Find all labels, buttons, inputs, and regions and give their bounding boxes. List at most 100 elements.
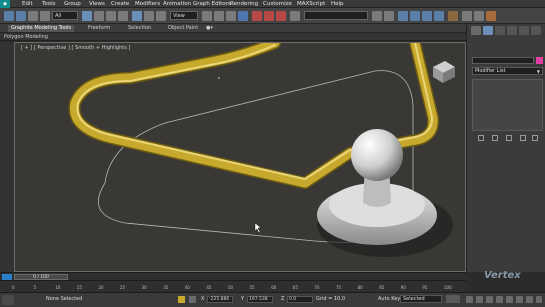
play-icon[interactable] — [486, 296, 493, 303]
timeline-tick-label: 40 — [184, 285, 190, 290]
modify-tab-icon[interactable] — [483, 26, 493, 35]
y-coordinate-field[interactable]: 197.538 — [247, 296, 273, 303]
keyboard-shortcut-icon[interactable] — [226, 11, 236, 21]
timeline-tick-label: 65 — [292, 285, 298, 290]
select-object-icon[interactable] — [82, 11, 92, 21]
menu-edit[interactable]: Edit — [22, 0, 33, 8]
show-end-result-icon[interactable] — [492, 135, 498, 141]
utilities-tab-icon[interactable] — [531, 26, 541, 35]
lock-selection-icon[interactable] — [178, 296, 185, 303]
menu-graph-editors[interactable]: Graph Editors — [193, 0, 231, 8]
undo-icon[interactable] — [4, 11, 14, 21]
rendered-frame-window-icon[interactable] — [474, 11, 484, 21]
object-name-field[interactable] — [472, 57, 534, 64]
tab-freeform[interactable]: Freeform — [88, 25, 110, 32]
schematic-view-icon[interactable] — [434, 11, 444, 21]
ribbon-panel: Polygon Modeling — [0, 33, 466, 41]
percent-snap-icon[interactable] — [264, 11, 274, 21]
select-manipulate-icon[interactable] — [214, 11, 224, 21]
motion-tab-icon[interactable] — [507, 26, 517, 35]
timeline-tick-label: 90 — [400, 285, 406, 290]
graphite-toggle-icon[interactable] — [410, 11, 420, 21]
snaps-toggle-icon[interactable] — [238, 11, 248, 21]
x-label: X — [201, 296, 205, 302]
go-to-end-icon[interactable] — [506, 296, 513, 303]
tab-object-paint[interactable]: Object Paint — [168, 25, 198, 32]
previous-frame-icon[interactable] — [476, 296, 483, 303]
panel-polygon-modeling[interactable]: Polygon Modeling — [4, 33, 48, 41]
pan-view-icon[interactable] — [526, 296, 533, 303]
absolute-mode-icon[interactable] — [189, 296, 196, 303]
angle-snap-icon[interactable] — [252, 11, 262, 21]
select-move-icon[interactable] — [132, 11, 142, 21]
reference-coord-dropdown[interactable]: View — [170, 11, 198, 20]
menu-group[interactable]: Group — [64, 0, 81, 8]
align-icon[interactable] — [384, 11, 394, 21]
auto-key-button[interactable]: Auto Key — [378, 296, 400, 302]
menu-help[interactable]: Help — [331, 0, 344, 8]
next-frame-icon[interactable] — [496, 296, 503, 303]
configure-modifier-sets-icon[interactable] — [532, 135, 538, 141]
z-coordinate-field[interactable]: 0.0 — [287, 296, 313, 303]
unlink-icon[interactable] — [40, 11, 50, 21]
rectangular-selection-icon[interactable] — [106, 11, 116, 21]
timeline-tick-label: 75 — [336, 285, 342, 290]
x-coordinate-field[interactable]: -225.886 — [207, 296, 233, 303]
pivot-center-icon[interactable] — [202, 11, 212, 21]
timeline-tick-label: 15 — [76, 285, 82, 290]
menu-views[interactable]: Views — [89, 0, 105, 8]
material-editor-icon[interactable] — [448, 11, 458, 21]
mirror-icon[interactable] — [372, 11, 382, 21]
track-bar[interactable]: 0 5 10 15 20 25 30 35 40 45 50 55 60 65 70 75 80 85 90 95 10… — [0, 280, 466, 292]
timeline-tick-label: 60 — [271, 285, 277, 290]
hierarchy-tab-icon[interactable] — [495, 26, 505, 35]
ribbon-options-icon[interactable]: ●▾ — [206, 25, 213, 32]
modifier-stack[interactable] — [472, 79, 543, 131]
edit-named-selection-icon[interactable] — [290, 11, 300, 21]
create-tab-icon[interactable] — [471, 26, 481, 35]
curve-editor-icon[interactable] — [422, 11, 432, 21]
spinner-snap-icon[interactable] — [276, 11, 286, 21]
window-crossing-icon[interactable] — [118, 11, 128, 21]
layer-manager-icon[interactable] — [398, 11, 408, 21]
watermark-logo: Vertex — [484, 270, 521, 281]
select-by-name-icon[interactable] — [94, 11, 104, 21]
object-color-swatch[interactable] — [536, 57, 543, 64]
menu-create[interactable]: Create — [111, 0, 129, 8]
set-key-icon[interactable] — [446, 295, 460, 303]
orbit-icon[interactable] — [536, 296, 542, 303]
command-panel: Modifier List ▼ — [466, 24, 545, 272]
timeline-tick-label: 5 — [33, 285, 37, 290]
auto-key-mode-dropdown[interactable]: Selected — [400, 295, 442, 303]
menu-animation[interactable]: Animation — [163, 0, 191, 8]
selection-filter-dropdown[interactable]: All — [52, 11, 78, 20]
display-tab-icon[interactable] — [519, 26, 529, 35]
menu-customize[interactable]: Customize — [263, 0, 292, 8]
menu-tools[interactable]: Tools — [42, 0, 56, 8]
named-selection-dropdown[interactable] — [304, 11, 368, 20]
link-icon[interactable] — [28, 11, 38, 21]
render-setup-icon[interactable] — [462, 11, 472, 21]
app-logo-icon[interactable]: ◆ — [0, 0, 10, 8]
make-unique-icon[interactable] — [506, 135, 512, 141]
modifier-list-dropdown[interactable]: Modifier List ▼ — [472, 67, 543, 75]
select-scale-icon[interactable] — [156, 11, 166, 21]
perspective-viewport[interactable]: [ + ] [ Perspective ] [ Smooth + Highlig… — [14, 42, 466, 272]
timeline-tick-label: 100 — [444, 285, 452, 290]
maxscript-listener-icon[interactable] — [2, 295, 14, 305]
tab-selection[interactable]: Selection — [128, 25, 151, 32]
zoom-extents-icon[interactable] — [516, 296, 523, 303]
menu-modifiers[interactable]: Modifiers — [135, 0, 160, 8]
remove-modifier-icon[interactable] — [520, 135, 526, 141]
select-rotate-icon[interactable] — [144, 11, 154, 21]
go-to-start-icon[interactable] — [466, 296, 473, 303]
tab-graphite-modeling-tools[interactable]: Graphite Modeling Tools — [8, 25, 75, 32]
menu-maxscript[interactable]: MAXScript — [297, 0, 325, 8]
stack-tools — [472, 134, 543, 142]
redo-icon[interactable] — [16, 11, 26, 21]
pin-stack-icon[interactable] — [478, 135, 484, 141]
chevron-down-icon: ▼ — [536, 69, 540, 74]
render-production-icon[interactable] — [486, 11, 496, 21]
menu-rendering[interactable]: Rendering — [230, 0, 258, 8]
ribbon-tabs: Graphite Modeling Tools Freeform Selecti… — [0, 24, 466, 33]
